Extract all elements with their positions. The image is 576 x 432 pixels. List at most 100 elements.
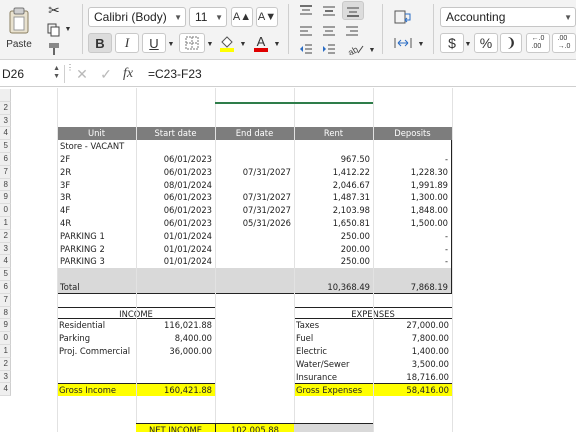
rent-cell[interactable]: 1,487.31 bbox=[294, 191, 373, 204]
expense-label-cell[interactable]: Electric bbox=[294, 345, 373, 358]
column-header-cell[interactable]: Deposits bbox=[373, 127, 452, 141]
row-header[interactable] bbox=[0, 89, 11, 102]
unit-cell[interactable]: 3R bbox=[57, 191, 136, 205]
rent-cell[interactable]: 250.00 bbox=[294, 230, 373, 243]
start-date-cell[interactable]: 06/01/2023 bbox=[136, 166, 215, 179]
unit-cell[interactable]: 2R bbox=[57, 165, 136, 179]
row-header[interactable]: 2 bbox=[0, 357, 11, 371]
spacer-cell[interactable] bbox=[57, 268, 452, 281]
number-format-select[interactable]: Accounting ▼ bbox=[440, 7, 576, 27]
italic-button[interactable]: I bbox=[115, 33, 139, 53]
rent-cell[interactable]: 1,650.81 bbox=[294, 217, 373, 230]
orientation-button[interactable]: ab bbox=[344, 41, 368, 57]
row-header[interactable]: 3 bbox=[0, 114, 11, 128]
row-header[interactable]: 2 bbox=[0, 101, 11, 115]
start-date-cell[interactable]: 01/01/2024 bbox=[136, 243, 215, 256]
column-header-cell[interactable]: End date bbox=[215, 127, 294, 141]
expense-value-cell[interactable]: 7,800.00 bbox=[373, 332, 452, 345]
expense-label-cell[interactable]: Fuel bbox=[294, 332, 373, 345]
font-name-select[interactable]: Calibri (Body) ▼ bbox=[88, 7, 186, 27]
income-label-cell[interactable]: Proj. Commercial bbox=[57, 345, 136, 358]
formula-input[interactable]: =C23-F23 bbox=[148, 64, 568, 84]
row-header[interactable]: 8 bbox=[0, 178, 11, 192]
underline-button[interactable]: U bbox=[142, 33, 166, 53]
end-date-cell[interactable] bbox=[215, 140, 294, 153]
deposit-cell[interactable]: 1,500.00 bbox=[373, 217, 452, 230]
decrease-indent-button[interactable] bbox=[296, 41, 316, 57]
row-header[interactable]: 4 bbox=[0, 127, 11, 141]
enter-icon[interactable]: ✓ bbox=[98, 64, 114, 84]
end-date-cell[interactable]: 07/31/2027 bbox=[215, 191, 294, 204]
comma-style-button[interactable]: ❩ bbox=[500, 33, 522, 53]
paste-button[interactable]: Paste bbox=[2, 2, 36, 54]
underline-dropdown-icon[interactable]: ▼ bbox=[167, 38, 175, 50]
deposit-cell[interactable]: - bbox=[373, 229, 452, 243]
align-left-button[interactable] bbox=[296, 22, 316, 39]
end-date-cell[interactable]: 05/31/2026 bbox=[215, 217, 294, 230]
gross-income-value-cell[interactable]: 160,421.88 bbox=[136, 383, 215, 397]
percent-button[interactable]: % bbox=[474, 33, 498, 53]
font-color-button[interactable]: A bbox=[250, 33, 272, 53]
row-header[interactable]: 9 bbox=[0, 191, 11, 205]
row-header[interactable]: 0 bbox=[0, 332, 11, 345]
rent-cell[interactable]: 200.00 bbox=[294, 243, 373, 256]
gross-expenses-label-cell[interactable]: Gross Expenses bbox=[294, 383, 373, 397]
net-income-value-cell[interactable]: 102,005.88 bbox=[215, 423, 294, 432]
row-header[interactable]: 9 bbox=[0, 319, 11, 333]
gross-expenses-value-cell[interactable]: 58,416.00 bbox=[373, 383, 452, 397]
row-header[interactable]: 3 bbox=[0, 242, 11, 256]
unit-cell[interactable]: PARKING 1 bbox=[57, 229, 136, 243]
orientation-dropdown-icon[interactable]: ▼ bbox=[368, 44, 376, 56]
total-label-cell[interactable]: Total bbox=[57, 281, 136, 294]
row-header[interactable]: 6 bbox=[0, 281, 11, 294]
unit-cell[interactable]: PARKING 2 bbox=[57, 242, 136, 256]
grow-font-button[interactable]: A▲ bbox=[231, 7, 253, 27]
rent-cell[interactable] bbox=[294, 140, 373, 153]
cancel-icon[interactable]: ✕ bbox=[74, 64, 90, 84]
net-income-label-cell[interactable]: NET INCOME bbox=[136, 423, 215, 432]
row-header[interactable]: 6 bbox=[0, 153, 11, 166]
row-header[interactable]: 2 bbox=[0, 229, 11, 243]
total-rent-cell[interactable]: 10,368.49 bbox=[294, 281, 373, 294]
row-header[interactable]: 3 bbox=[0, 370, 11, 384]
name-box[interactable]: D26 ▲ ▼ bbox=[0, 64, 62, 84]
highlight-color-button[interactable] bbox=[216, 33, 238, 53]
end-date-cell[interactable] bbox=[215, 243, 294, 256]
deposit-cell[interactable] bbox=[373, 140, 452, 153]
column-header-cell[interactable]: Rent bbox=[294, 127, 373, 141]
font-color-dropdown-icon[interactable]: ▼ bbox=[273, 38, 281, 50]
copy-icon[interactable] bbox=[44, 21, 64, 38]
increase-decimal-button[interactable]: ←.0 .00 bbox=[526, 33, 550, 53]
merge-center-button[interactable] bbox=[390, 33, 416, 53]
end-date-cell[interactable] bbox=[215, 255, 294, 268]
start-date-cell[interactable]: 06/01/2023 bbox=[136, 217, 215, 230]
align-center-button[interactable] bbox=[319, 22, 339, 39]
row-header[interactable]: 0 bbox=[0, 204, 11, 217]
unit-cell[interactable]: Store - VACANT bbox=[57, 140, 136, 153]
row-header[interactable]: 4 bbox=[0, 255, 11, 269]
deposit-cell[interactable]: 1,991.89 bbox=[373, 178, 452, 192]
more-options-icon[interactable]: ⋮ bbox=[66, 64, 74, 83]
align-top-button[interactable] bbox=[296, 2, 316, 19]
unit-cell[interactable]: PARKING 3 bbox=[57, 255, 136, 269]
expense-label-cell[interactable]: Taxes bbox=[294, 319, 373, 332]
end-date-cell[interactable] bbox=[215, 153, 294, 166]
deposit-cell[interactable]: 1,848.00 bbox=[373, 204, 452, 217]
unit-cell[interactable]: 4R bbox=[57, 217, 136, 230]
highlight-dropdown-icon[interactable]: ▼ bbox=[239, 38, 247, 50]
align-middle-button[interactable] bbox=[319, 2, 339, 19]
row-header[interactable]: 4 bbox=[0, 383, 11, 397]
row-header[interactable]: 1 bbox=[0, 345, 11, 358]
align-bottom-button[interactable] bbox=[342, 1, 364, 20]
expense-value-cell[interactable]: 3,500.00 bbox=[373, 358, 452, 371]
end-date-cell[interactable] bbox=[215, 179, 294, 192]
income-label-cell[interactable]: Residential bbox=[57, 319, 136, 332]
worksheet-grid[interactable]: 2 3 4 Unit Start date End date Rent Deposits 5 St… bbox=[0, 88, 576, 432]
rent-cell[interactable]: 250.00 bbox=[294, 255, 373, 268]
start-date-cell[interactable]: 06/01/2023 bbox=[136, 153, 215, 166]
end-date-cell[interactable]: 07/31/2027 bbox=[215, 204, 294, 217]
expense-value-cell[interactable]: 18,716.00 bbox=[373, 371, 452, 384]
cut-icon[interactable]: ✂ bbox=[44, 2, 64, 19]
row-header[interactable]: 5 bbox=[0, 140, 11, 153]
expense-value-cell[interactable]: 27,000.00 bbox=[373, 319, 452, 332]
